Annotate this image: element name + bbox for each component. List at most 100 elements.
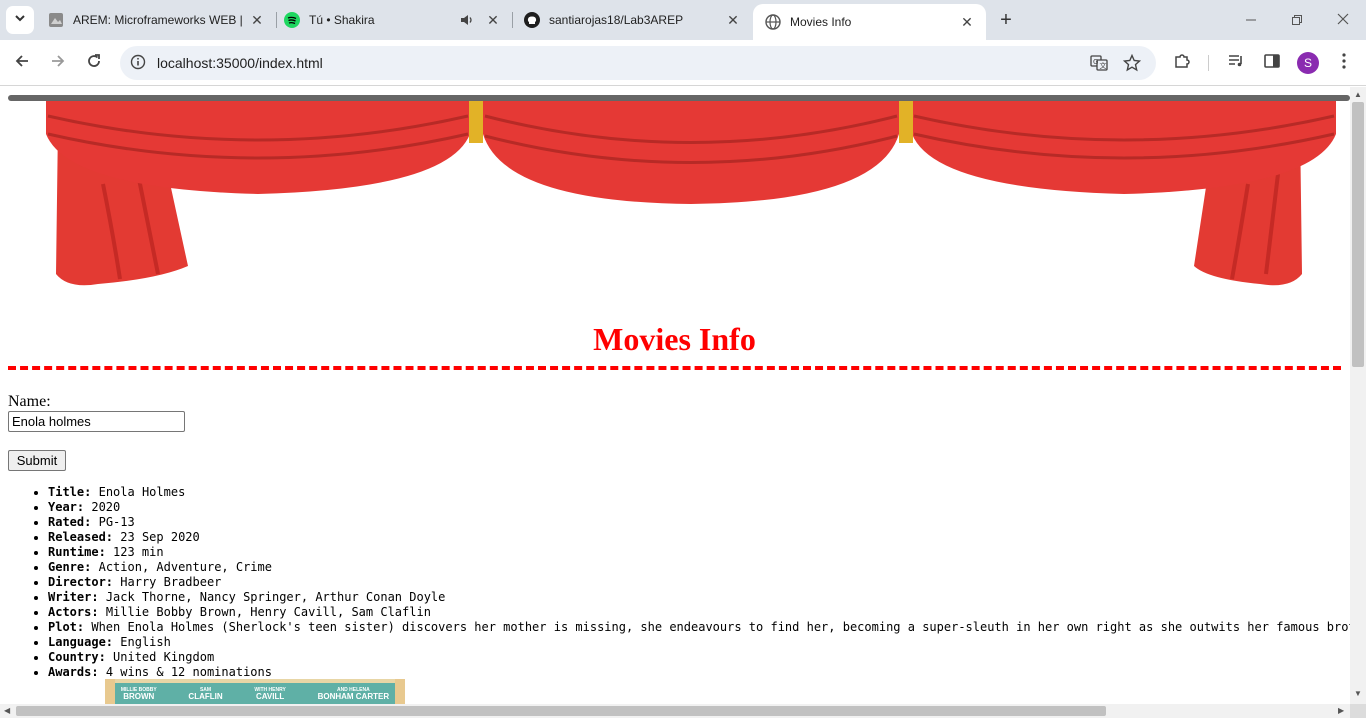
- tab-title: AREM: Microframeworks WEB |: [73, 13, 243, 27]
- page-icon: [48, 12, 64, 28]
- poster-credit: MILLIE BOBBY BROWN: [120, 686, 157, 701]
- svg-text:G: G: [1093, 58, 1098, 66]
- list-item: Awards: 4 wins & 12 nominations: [48, 665, 1350, 680]
- list-item: Language: English: [48, 635, 1350, 650]
- url-text[interactable]: localhost:35000/index.html: [157, 55, 323, 71]
- tab-github[interactable]: santiarojas18/Lab3AREP ✕: [512, 0, 752, 40]
- field-value: English: [120, 635, 171, 649]
- vertical-scrollbar[interactable]: ▲ ▼: [1350, 87, 1366, 704]
- tab-spotify[interactable]: Tú • Shakira ✕: [272, 0, 512, 40]
- more-vert-icon: [1342, 52, 1346, 74]
- minimize-button[interactable]: [1228, 0, 1274, 40]
- curtain-image: [8, 95, 1350, 286]
- horizontal-scroll-thumb[interactable]: [16, 706, 1106, 716]
- close-icon[interactable]: ✕: [248, 11, 266, 29]
- field-value: United Kingdom: [113, 650, 215, 664]
- address-bar[interactable]: localhost:35000/index.html G文: [120, 46, 1156, 80]
- list-item: Rated: PG-13: [48, 515, 1350, 530]
- field-value: 2020: [91, 500, 121, 514]
- tab-arem[interactable]: AREM: Microframeworks WEB | ✕: [36, 0, 276, 40]
- list-item: Genre: Action, Adventure, Crime: [48, 560, 1350, 575]
- movie-info-list: Title: Enola Holmes Year: 2020 Rated: PG…: [48, 485, 1350, 680]
- close-icon: [1337, 12, 1349, 28]
- field-value: 4 wins & 12 nominations: [105, 665, 272, 679]
- field-label: Plot:: [48, 620, 85, 634]
- close-icon[interactable]: ✕: [724, 11, 742, 29]
- side-panel-icon: [1264, 53, 1280, 74]
- close-icon[interactable]: ✕: [484, 11, 502, 29]
- list-item: Released: 23 Sep 2020: [48, 530, 1350, 545]
- github-icon: [524, 12, 540, 28]
- avatar[interactable]: S: [1297, 52, 1319, 74]
- list-item: Director: Harry Bradbeer: [48, 575, 1350, 590]
- restore-button[interactable]: [1274, 0, 1320, 40]
- star-icon[interactable]: [1121, 52, 1143, 74]
- scroll-up-icon[interactable]: ▲: [1354, 91, 1362, 99]
- list-item: Writer: Jack Thorne, Nancy Springer, Art…: [48, 590, 1350, 605]
- field-label: Title:: [48, 485, 92, 499]
- minimize-icon: [1246, 12, 1256, 28]
- field-label: Writer:: [48, 590, 99, 604]
- extensions-button[interactable]: [1168, 49, 1196, 77]
- scroll-right-icon[interactable]: ▶: [1338, 707, 1344, 715]
- field-value: Millie Bobby Brown, Henry Cavill, Sam Cl…: [105, 605, 431, 619]
- movie-name-input[interactable]: [8, 411, 185, 432]
- new-tab-button[interactable]: +: [994, 8, 1018, 32]
- reload-button[interactable]: [80, 49, 108, 77]
- globe-icon: [765, 14, 781, 30]
- svg-text:文: 文: [1100, 61, 1107, 70]
- puzzle-icon: [1173, 52, 1191, 75]
- forward-button[interactable]: [44, 49, 72, 77]
- field-value: Enola Holmes: [98, 485, 186, 499]
- field-label: Runtime:: [48, 545, 106, 559]
- vertical-scroll-thumb[interactable]: [1352, 102, 1364, 367]
- scroll-left-icon[interactable]: ◀: [4, 707, 10, 715]
- field-label: Language:: [48, 635, 114, 649]
- chevron-down-icon: [14, 11, 26, 29]
- submit-button[interactable]: Submit: [8, 450, 66, 471]
- scrollbar-corner: [1350, 704, 1366, 718]
- menu-button[interactable]: [1330, 49, 1358, 77]
- field-label: Actors:: [48, 605, 99, 619]
- back-button[interactable]: [8, 49, 36, 77]
- field-value: Harry Bradbeer: [120, 575, 222, 589]
- poster-credit: AND HELENA BONHAM CARTER: [317, 686, 390, 701]
- info-icon[interactable]: [130, 54, 146, 75]
- list-item: Year: 2020: [48, 500, 1350, 515]
- playlist-icon: [1227, 52, 1245, 75]
- plus-icon: +: [1000, 8, 1012, 31]
- spotify-icon: [284, 12, 300, 28]
- side-panel-button[interactable]: [1258, 49, 1286, 77]
- close-window-button[interactable]: [1320, 0, 1366, 40]
- movie-poster: MILLIE BOBBY BROWN SAM CLAFLIN WITH HENRY C…: [105, 679, 405, 704]
- tab-title: Tú • Shakira: [309, 13, 375, 27]
- field-label: Awards:: [48, 665, 99, 679]
- list-item: Title: Enola Holmes: [48, 485, 1350, 500]
- tab-search-button[interactable]: [6, 6, 34, 34]
- restore-icon: [1292, 12, 1302, 28]
- horizontal-scrollbar[interactable]: ◀ ▶: [0, 704, 1350, 718]
- media-control-button[interactable]: [1222, 49, 1250, 77]
- translate-icon[interactable]: G文: [1088, 52, 1110, 74]
- field-label: Rated:: [48, 515, 92, 529]
- field-value: When Enola Holmes (Sherlock's teen siste…: [91, 620, 1350, 634]
- dashed-divider: [8, 366, 1341, 370]
- poster-edge: [395, 679, 405, 704]
- scroll-down-icon[interactable]: ▼: [1354, 690, 1362, 698]
- poster-stripe: [105, 679, 405, 683]
- poster-credit: WITH HENRY CAVILL: [254, 686, 286, 701]
- field-value: PG-13: [98, 515, 135, 529]
- close-icon[interactable]: ✕: [958, 13, 976, 31]
- field-label: Released:: [48, 530, 114, 544]
- list-item: Actors: Millie Bobby Brown, Henry Cavill…: [48, 605, 1350, 620]
- poster-edge: [105, 679, 115, 704]
- field-label: Year:: [48, 500, 85, 514]
- field-value: Action, Adventure, Crime: [98, 560, 272, 574]
- toolbar-separator: [1208, 55, 1209, 71]
- speaker-icon[interactable]: [458, 11, 476, 29]
- poster-credit: SAM CLAFLIN: [188, 686, 223, 701]
- field-value: 123 min: [113, 545, 164, 559]
- tab-movies-info[interactable]: Movies Info ✕: [753, 4, 986, 40]
- list-item: Country: United Kingdom: [48, 650, 1350, 665]
- page-viewport: Movies Info Name: Submit Title: Enola Ho…: [0, 87, 1350, 704]
